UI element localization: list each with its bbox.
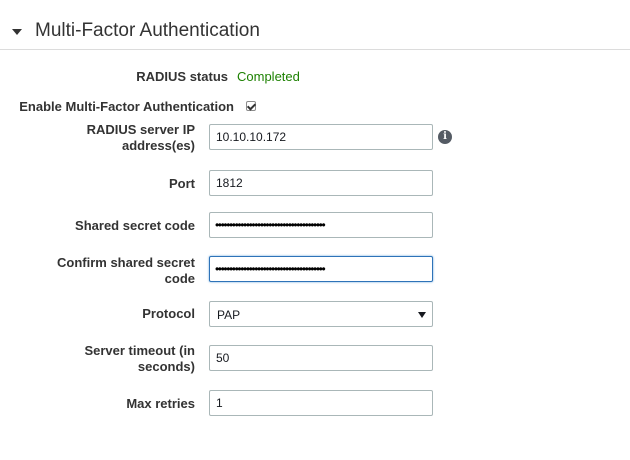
shared-secret-input[interactable] (209, 212, 433, 238)
radius-status-value: Completed (237, 69, 300, 84)
protocol-selected-value: PAP (217, 308, 241, 322)
info-icon[interactable]: i (438, 130, 452, 144)
confirm-secret-input[interactable] (209, 256, 433, 282)
port-label: Port (169, 176, 195, 191)
timeout-input[interactable] (209, 345, 433, 371)
shared-secret-label: Shared secret code (75, 218, 195, 233)
max-retries-label: Max retries (126, 396, 195, 411)
timeout-label: Server timeout (in seconds) (84, 343, 195, 374)
section-header[interactable]: Multi-Factor Authentication (0, 0, 630, 50)
protocol-select[interactable]: PAP (209, 301, 433, 327)
enable-mfa-checkbox[interactable] (246, 101, 256, 111)
radius-status-label: RADIUS status (136, 69, 228, 84)
section-title: Multi-Factor Authentication (35, 20, 260, 41)
caret-down-icon[interactable] (12, 29, 22, 35)
confirm-secret-label: Confirm shared secret code (57, 255, 195, 286)
protocol-label: Protocol (142, 306, 195, 321)
server-ip-input[interactable] (209, 124, 433, 150)
max-retries-input[interactable] (209, 390, 433, 416)
chevron-down-icon (418, 312, 426, 318)
server-ip-label: RADIUS server IP address(es) (86, 122, 195, 153)
port-input[interactable] (209, 170, 433, 196)
enable-mfa-label: Enable Multi-Factor Authentication (19, 99, 234, 114)
